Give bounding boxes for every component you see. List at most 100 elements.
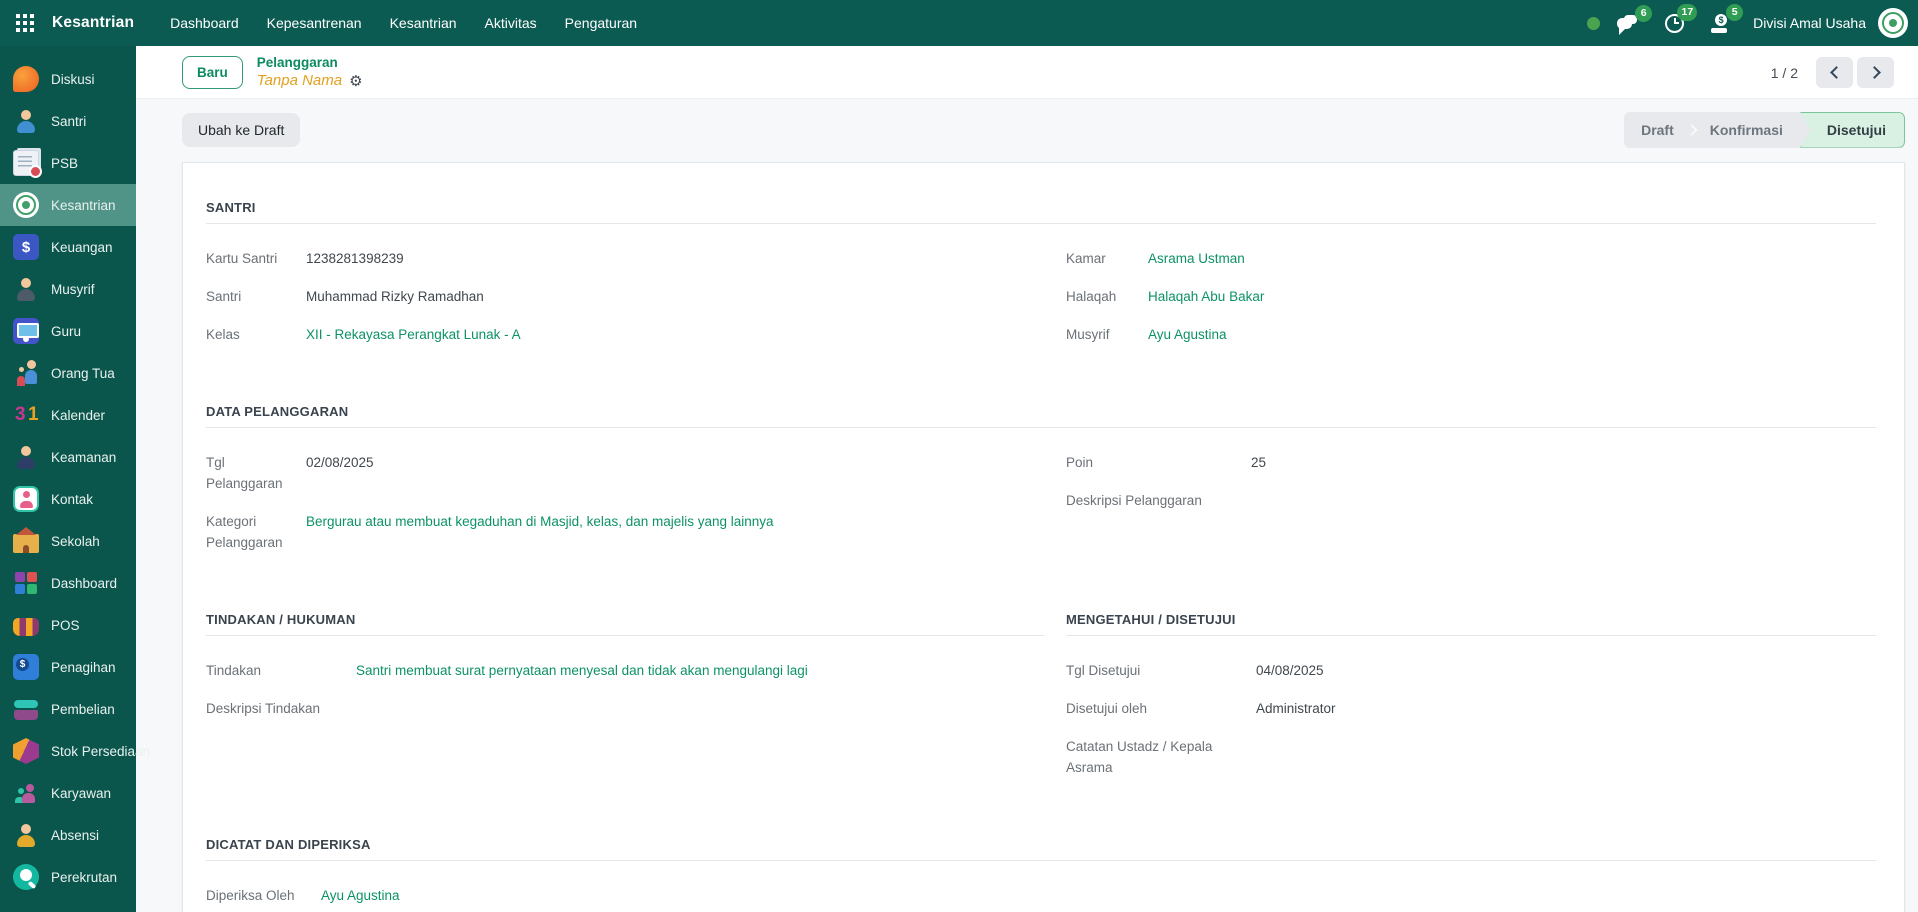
field-label: Musyrif — [1066, 324, 1148, 345]
contact-card-icon — [13, 486, 39, 512]
sidebar-item-keuangan[interactable]: Keuangan — [0, 226, 136, 268]
top-menu: Dashboard Kepesantrenan Kesantrian Aktiv… — [156, 0, 651, 46]
user-avatar[interactable] — [1878, 8, 1908, 38]
field-label: Kamar — [1066, 248, 1148, 269]
requests-badge: 5 — [1726, 4, 1743, 21]
messages-badge: 6 — [1635, 5, 1652, 22]
apps-menu-button[interactable] — [10, 8, 40, 38]
recruitment-icon — [13, 864, 39, 890]
pager-counter: 1 / 2 — [1771, 65, 1798, 81]
section-title: SANTRI — [206, 200, 1876, 224]
menu-item-pengaturan[interactable]: Pengaturan — [551, 0, 651, 46]
tgl-pelanggaran-value: 02/08/2025 — [306, 452, 374, 494]
field-label: Diperiksa Oleh — [206, 885, 321, 906]
chevron-right-icon — [1868, 66, 1881, 79]
section-tindakan-mengetahui: TINDAKAN / HUKUMAN Tindakan Santri membu… — [206, 612, 1876, 795]
field-label: Catatan Ustadz / Kepala Asrama — [1066, 736, 1256, 778]
sidebar-item-label: Absensi — [51, 828, 99, 843]
santri-value: Muhammad Rizky Ramadhan — [306, 286, 484, 307]
sidebar-item-label: Kalender — [51, 408, 105, 423]
field-kelas: Kelas XII - Rekayasa Perangkat Lunak - A — [206, 324, 1044, 345]
sidebar-item-kalender[interactable]: Kalender — [0, 394, 136, 436]
sidebar-item-sekolah[interactable]: Sekolah — [0, 520, 136, 562]
sidebar-item-musyrif[interactable]: Musyrif — [0, 268, 136, 310]
menu-item-aktivitas[interactable]: Aktivitas — [471, 0, 551, 46]
tindakan-link[interactable]: Santri membuat surat pernyataan menyesal… — [356, 660, 808, 681]
sidebar-item-karyawan[interactable]: Karyawan — [0, 772, 136, 814]
topbar: Kesantrian Dashboard Kepesantrenan Kesan… — [0, 0, 1918, 46]
sidebar-item-psb[interactable]: PSB — [0, 142, 136, 184]
diperiksa-oleh-link[interactable]: Ayu Agustina — [321, 885, 400, 906]
activities-button[interactable]: 17 — [1662, 11, 1687, 36]
user-name[interactable]: Divisi Amal Usaha — [1753, 15, 1866, 31]
topbar-right: 6 17 5 Divisi Amal Usaha — [1587, 8, 1908, 38]
sidebar-item-label: Dashboard — [51, 576, 117, 591]
halaqah-link[interactable]: Halaqah Abu Bakar — [1148, 286, 1264, 307]
sidebar-item-orang-tua[interactable]: Orang Tua — [0, 352, 136, 394]
field-label: Disetujui oleh — [1066, 698, 1256, 719]
field-tindakan: Tindakan Santri membuat surat pernyataan… — [206, 660, 1044, 681]
calendar-31-icon — [13, 402, 39, 428]
field-label: Tgl Disetujui — [1066, 660, 1256, 681]
sidebar-item-label: Kontak — [51, 492, 93, 507]
sidebar-item-keamanan[interactable]: Keamanan — [0, 436, 136, 478]
status-row: Ubah ke Draft Draft Konfirmasi Disetujui — [136, 99, 1918, 162]
field-label: Santri — [206, 286, 306, 307]
sidebar-item-label: Karyawan — [51, 786, 111, 801]
sidebar-item-penagihan[interactable]: Penagihan — [0, 646, 136, 688]
sidebar-item-santri[interactable]: Santri — [0, 100, 136, 142]
kelas-link[interactable]: XII - Rekayasa Perangkat Lunak - A — [306, 324, 521, 345]
status-step-disetujui[interactable]: Disetujui — [1800, 112, 1905, 148]
sidebar-item-pembelian[interactable]: Pembelian — [0, 688, 136, 730]
sidebar-item-perekrutan[interactable]: Perekrutan — [0, 856, 136, 898]
sidebar-item-kontak[interactable]: Kontak — [0, 478, 136, 520]
payment-requests-button[interactable]: 5 — [1707, 11, 1733, 36]
sidebar-item-pos[interactable]: POS — [0, 604, 136, 646]
sidebar-item-label: POS — [51, 618, 80, 633]
emblem-icon — [13, 192, 39, 218]
kamar-link[interactable]: Asrama Ustman — [1148, 248, 1245, 269]
group-mengetahui: MENGETAHUI / DISETUJUI Tgl Disetujui 04/… — [1066, 612, 1876, 795]
sidebar-item-dashboard[interactable]: Dashboard — [0, 562, 136, 604]
musyrif-link[interactable]: Ayu Agustina — [1148, 324, 1227, 345]
control-panel: Baru Pelanggaran Tanpa Nama 1 / 2 — [136, 46, 1918, 99]
sidebar-item-guru[interactable]: Guru — [0, 310, 136, 352]
sidebar-item-kesantrian[interactable]: Kesantrian — [0, 184, 136, 226]
chat-bubble-icon — [13, 66, 39, 92]
field-catatan-ustadz: Catatan Ustadz / Kepala Asrama — [1066, 736, 1876, 778]
menu-item-kesantrian[interactable]: Kesantrian — [376, 0, 471, 46]
sidebar-item-stok-persediaan[interactable]: Stok Persediaan — [0, 730, 136, 772]
purchase-icon — [13, 696, 39, 722]
attendance-icon — [13, 822, 39, 848]
sidebar-item-absensi[interactable]: Absensi — [0, 814, 136, 856]
status-step-draft[interactable]: Draft — [1624, 112, 1691, 148]
field-disetujui-oleh: Disetujui oleh Administrator — [1066, 698, 1876, 719]
field-label: Deskripsi Tindakan — [206, 698, 356, 719]
field-label: Tindakan — [206, 660, 356, 681]
app-title[interactable]: Kesantrian — [52, 14, 134, 32]
dashboard-tiles-icon — [13, 570, 39, 596]
sidebar-item-diskusi[interactable]: Diskusi — [0, 58, 136, 100]
group-tindakan: TINDAKAN / HUKUMAN Tindakan Santri membu… — [206, 612, 1044, 795]
new-record-button[interactable]: Baru — [182, 56, 243, 89]
set-to-draft-button[interactable]: Ubah ke Draft — [182, 113, 300, 147]
status-step-konfirmasi[interactable]: Konfirmasi — [1693, 112, 1800, 148]
breadcrumb-parent-link[interactable]: Pelanggaran — [257, 55, 363, 72]
menu-item-dashboard[interactable]: Dashboard — [156, 0, 253, 46]
messages-button[interactable]: 6 — [1614, 12, 1642, 35]
field-label: Kelas — [206, 324, 306, 345]
poin-value: 25 — [1251, 452, 1266, 473]
pager-previous-button[interactable] — [1816, 57, 1853, 88]
disetujui-oleh-value: Administrator — [1256, 698, 1336, 719]
field-tgl-pelanggaran: Tgl Pelanggaran 02/08/2025 — [206, 452, 1044, 494]
pager-next-button[interactable] — [1857, 57, 1894, 88]
menu-item-kepesantrenan[interactable]: Kepesantrenan — [253, 0, 376, 46]
section-dicatat: DICATAT DAN DIPERIKSA Diperiksa Oleh Ayu… — [206, 837, 1876, 912]
field-halaqah: Halaqah Halaqah Abu Bakar — [1066, 286, 1876, 307]
activities-badge: 17 — [1677, 4, 1697, 21]
school-building-icon — [13, 534, 39, 553]
kategori-pelanggaran-link[interactable]: Bergurau atau membuat kegaduhan di Masji… — [306, 511, 774, 553]
gear-icon[interactable] — [349, 74, 362, 89]
kartu-santri-value: 1238281398239 — [306, 248, 404, 269]
pager: 1 / 2 — [1771, 57, 1894, 88]
